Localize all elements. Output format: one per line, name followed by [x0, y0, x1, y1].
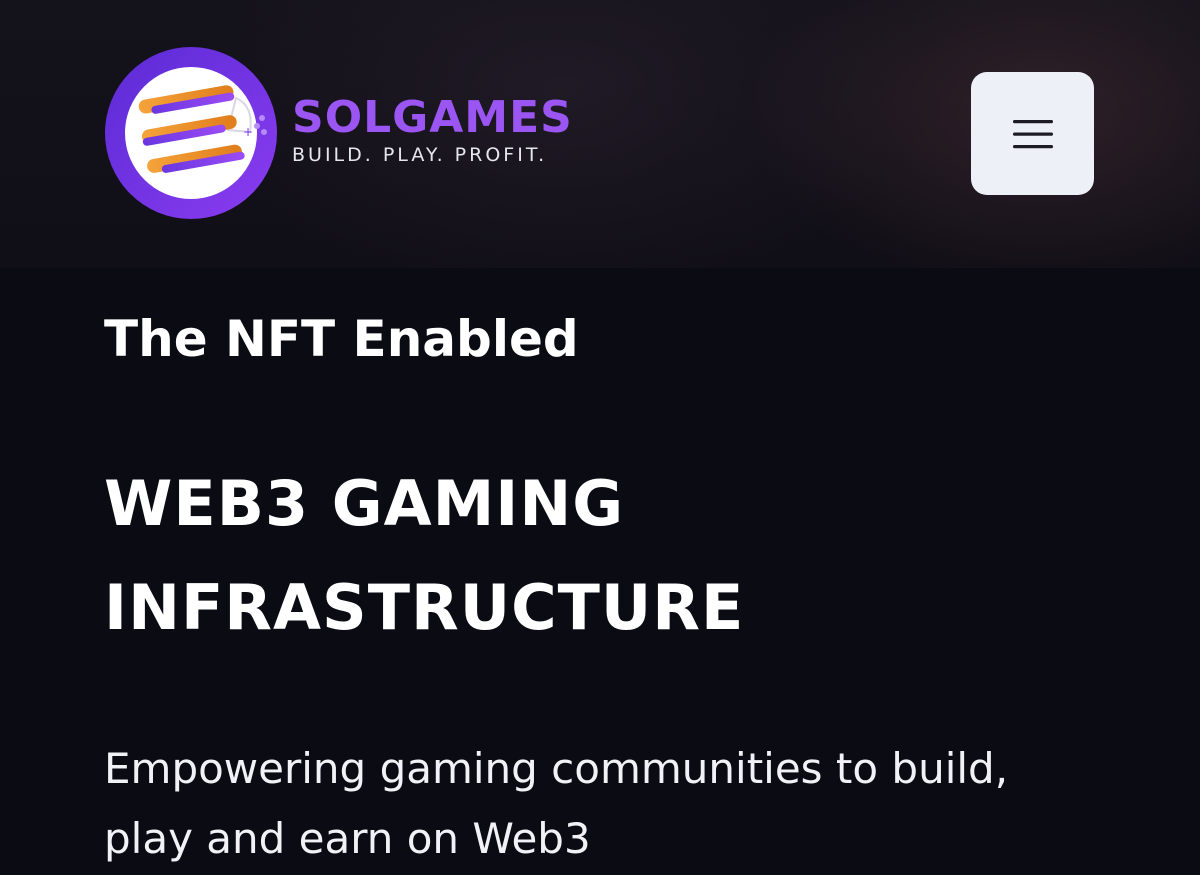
hero-subtitle: Empowering gaming communities to build, … [104, 734, 1104, 874]
hero-title-line: INFRASTRUCTURE [104, 571, 745, 644]
hero-subtitle-line: play and earn on Web3 [104, 814, 591, 863]
hamburger-menu-icon [1012, 119, 1053, 148]
controller-s-emblem-icon: + [105, 47, 277, 219]
brand-name: SOLGAMES [292, 91, 573, 143]
hero-subtitle-line: Empowering gaming communities to build, [104, 744, 1009, 793]
menu-button[interactable] [971, 72, 1094, 195]
hero-title-line: WEB3 GAMING [104, 467, 625, 540]
brand-tagline: BUILD. PLAY. PROFIT. [292, 143, 548, 166]
hero-kicker: The NFT Enabled [104, 310, 579, 368]
svg-text:+: + [243, 125, 253, 139]
brand-text: SOLGAMES BUILD. PLAY. PROFIT. [292, 91, 573, 166]
site-header: + SOLGAMES BUILD. PLAY. PROFIT. [0, 0, 1200, 268]
brand-logo[interactable]: + SOLGAMES BUILD. PLAY. PROFIT. [104, 46, 573, 220]
hero-section: The NFT Enabled WEB3 GAMING INFRASTRUCTU… [104, 308, 1104, 874]
hero-title: WEB3 GAMING INFRASTRUCTURE [104, 452, 1104, 660]
